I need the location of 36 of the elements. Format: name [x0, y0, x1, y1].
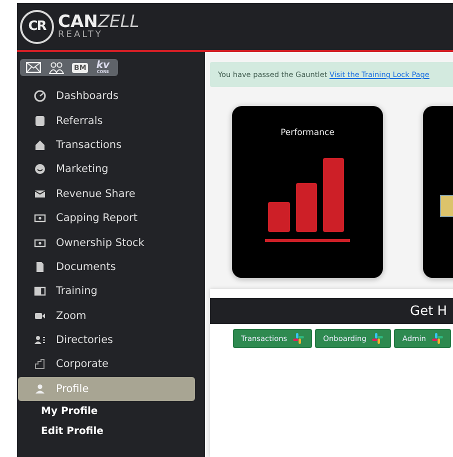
- menu-item[interactable]: Corporate: [18, 352, 195, 377]
- menu-item[interactable]: Transactions: [18, 132, 195, 158]
- menu-item[interactable]: Directories: [18, 328, 195, 352]
- card-title: Performance: [280, 128, 334, 138]
- envelope-icon: [34, 188, 46, 200]
- slack-icon: [293, 333, 304, 344]
- menu-item[interactable]: Marketing: [18, 157, 195, 182]
- logo-mark: CR: [20, 10, 54, 44]
- person-icon: [34, 382, 46, 395]
- mail-icon[interactable]: [26, 62, 41, 73]
- cash-icon: [34, 236, 46, 249]
- menu-item[interactable]: Documents: [18, 254, 195, 280]
- logo-name: CANZELL: [58, 14, 140, 30]
- smiley-icon: [34, 163, 46, 176]
- dashboard-card[interactable]: Performance: [232, 106, 383, 278]
- menu-item[interactable]: Ownership Stock: [18, 230, 195, 255]
- logo-subtitle: REALTY: [58, 30, 104, 40]
- document-icon: [34, 260, 46, 273]
- slack-icon: [372, 333, 384, 344]
- submenu-item[interactable]: My Profile: [17, 401, 205, 422]
- menu-item[interactable]: Dashboards: [18, 84, 195, 108]
- building-icon: [34, 358, 46, 370]
- menu-item[interactable]: Referrals: [18, 108, 195, 133]
- menu-item[interactable]: Zoom: [18, 304, 195, 328]
- contacts-icon: [34, 334, 46, 346]
- submenu-item[interactable]: Edit Profile: [17, 422, 205, 442]
- house-icon: [34, 138, 46, 151]
- menu-item[interactable]: Training: [18, 279, 195, 304]
- menu-item[interactable]: Revenue Share: [18, 182, 195, 206]
- people-icon[interactable]: [49, 62, 64, 74]
- gauge-icon: [34, 90, 46, 102]
- cash-icon: [34, 212, 46, 224]
- menu-item[interactable]: Capping Report: [18, 206, 195, 230]
- slack-icon: [432, 333, 443, 344]
- help-title: Get H: [410, 304, 448, 318]
- bar-chart-icon: [264, 158, 350, 244]
